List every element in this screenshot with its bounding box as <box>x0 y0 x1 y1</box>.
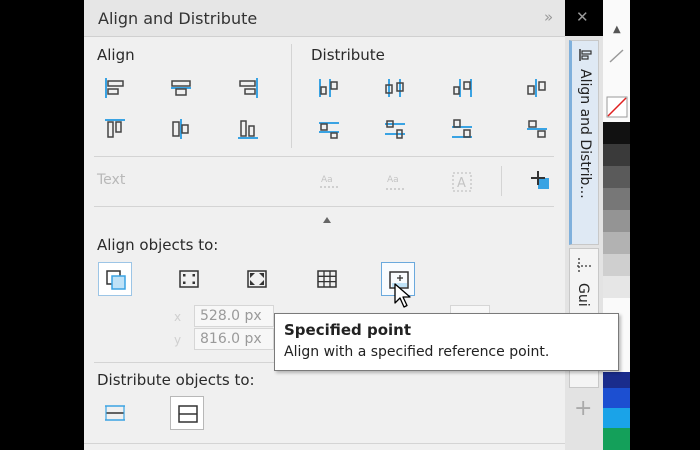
tab-align-and-distribute-label: Align and Distrib... <box>577 69 593 199</box>
active-objects-icon <box>106 270 126 290</box>
distribute-bottom-icon[interactable] <box>450 117 474 141</box>
align-bottom-icon[interactable] <box>236 117 260 141</box>
left-black-area <box>0 0 84 450</box>
active-objects-button[interactable] <box>98 262 132 296</box>
distribute-top-icon[interactable] <box>317 117 341 141</box>
text-bounding-box-icon: A <box>450 170 474 194</box>
selection-extent-icon <box>105 405 125 421</box>
distribute-to-selection-button[interactable] <box>98 396 132 430</box>
color-swatch[interactable] <box>603 254 630 276</box>
panel-titlebar: Align and Distribute » ✕ <box>84 0 589 37</box>
page-center-icon <box>247 270 267 288</box>
color-swatch[interactable] <box>603 372 630 388</box>
svg-text:A: A <box>457 176 466 191</box>
align-distribute-panel: Align and Distribute » ✕ Align Distribut… <box>84 0 589 450</box>
color-swatch[interactable] <box>603 428 630 450</box>
distribute-to-page-button[interactable] <box>170 396 204 430</box>
distribute-right-icon[interactable] <box>450 76 474 100</box>
color-swatch[interactable] <box>603 408 630 428</box>
x-coordinate-label: x <box>174 310 182 324</box>
divider-line <box>84 443 565 444</box>
tab-align-and-distribute[interactable]: Align and Distrib... <box>569 40 599 245</box>
add-action-icon[interactable] <box>528 168 552 192</box>
align-right-icon[interactable] <box>236 76 260 100</box>
tooltip: Specified point Align with a specified r… <box>274 313 619 371</box>
tab-guidelines-label: Gui <box>575 283 591 307</box>
color-swatch[interactable] <box>603 388 630 408</box>
grid-button[interactable] <box>310 262 344 296</box>
add-docker-icon[interactable]: + <box>574 396 592 421</box>
divider-line <box>94 156 554 157</box>
color-swatch[interactable] <box>603 210 630 232</box>
right-black-area <box>630 0 700 450</box>
align-center-horizontal-icon[interactable] <box>169 76 193 100</box>
palette-pen-icon <box>609 49 624 63</box>
text-align-label: Text <box>97 172 126 188</box>
mouse-cursor-icon <box>394 283 411 308</box>
distribute-left-icon[interactable] <box>317 76 341 100</box>
section-divider <box>291 44 292 148</box>
color-swatch[interactable] <box>603 276 630 298</box>
color-swatch[interactable] <box>603 122 630 144</box>
align-objects-to-label: Align objects to: <box>97 236 219 254</box>
svg-text:Aa: Aa <box>387 175 399 185</box>
panel-title: Align and Distribute <box>98 9 258 28</box>
text-last-line-icon: Aa <box>383 170 407 194</box>
page-edge-icon <box>179 270 199 288</box>
color-swatch[interactable] <box>603 144 630 166</box>
svg-text:Aa: Aa <box>321 175 333 185</box>
align-top-icon[interactable] <box>103 117 127 141</box>
color-swatch[interactable] <box>603 166 630 188</box>
page-center-button[interactable] <box>240 262 274 296</box>
divider-line <box>94 206 554 207</box>
page-edge-button[interactable] <box>172 262 206 296</box>
align-section-label: Align <box>97 46 135 64</box>
text-first-line-icon: Aa <box>317 170 341 194</box>
y-coordinate-label: y <box>174 333 182 347</box>
grid-icon <box>317 270 337 288</box>
distribute-spacing-horizontal-icon[interactable] <box>525 76 549 100</box>
x-coordinate-field[interactable]: 528.0 px <box>194 305 274 327</box>
palette-scroll-up-icon[interactable]: ▲ <box>613 24 621 35</box>
color-swatch[interactable] <box>603 188 630 210</box>
distribute-section-label: Distribute <box>311 46 385 64</box>
distribute-center-vertical-icon[interactable] <box>383 117 407 141</box>
expand-icon[interactable]: » <box>544 8 553 26</box>
guidelines-icon <box>577 258 591 272</box>
distribute-objects-to-label: Distribute objects to: <box>97 371 255 389</box>
collapse-icon[interactable] <box>322 216 332 224</box>
distribute-center-horizontal-icon[interactable] <box>383 76 407 100</box>
distribute-spacing-vertical-icon[interactable] <box>525 117 549 141</box>
toolbar-divider <box>501 166 502 196</box>
color-swatch[interactable] <box>603 232 630 254</box>
align-docker-icon <box>579 49 592 61</box>
tooltip-title: Specified point <box>284 321 412 339</box>
close-icon[interactable]: ✕ <box>576 8 589 26</box>
align-center-vertical-icon[interactable] <box>169 117 193 141</box>
y-coordinate-field[interactable]: 816.0 px <box>194 328 274 350</box>
no-color-swatch[interactable] <box>606 96 628 118</box>
tooltip-description: Align with a specified reference point. <box>284 344 550 360</box>
align-left-icon[interactable] <box>103 76 127 100</box>
page-extent-icon <box>178 405 198 423</box>
